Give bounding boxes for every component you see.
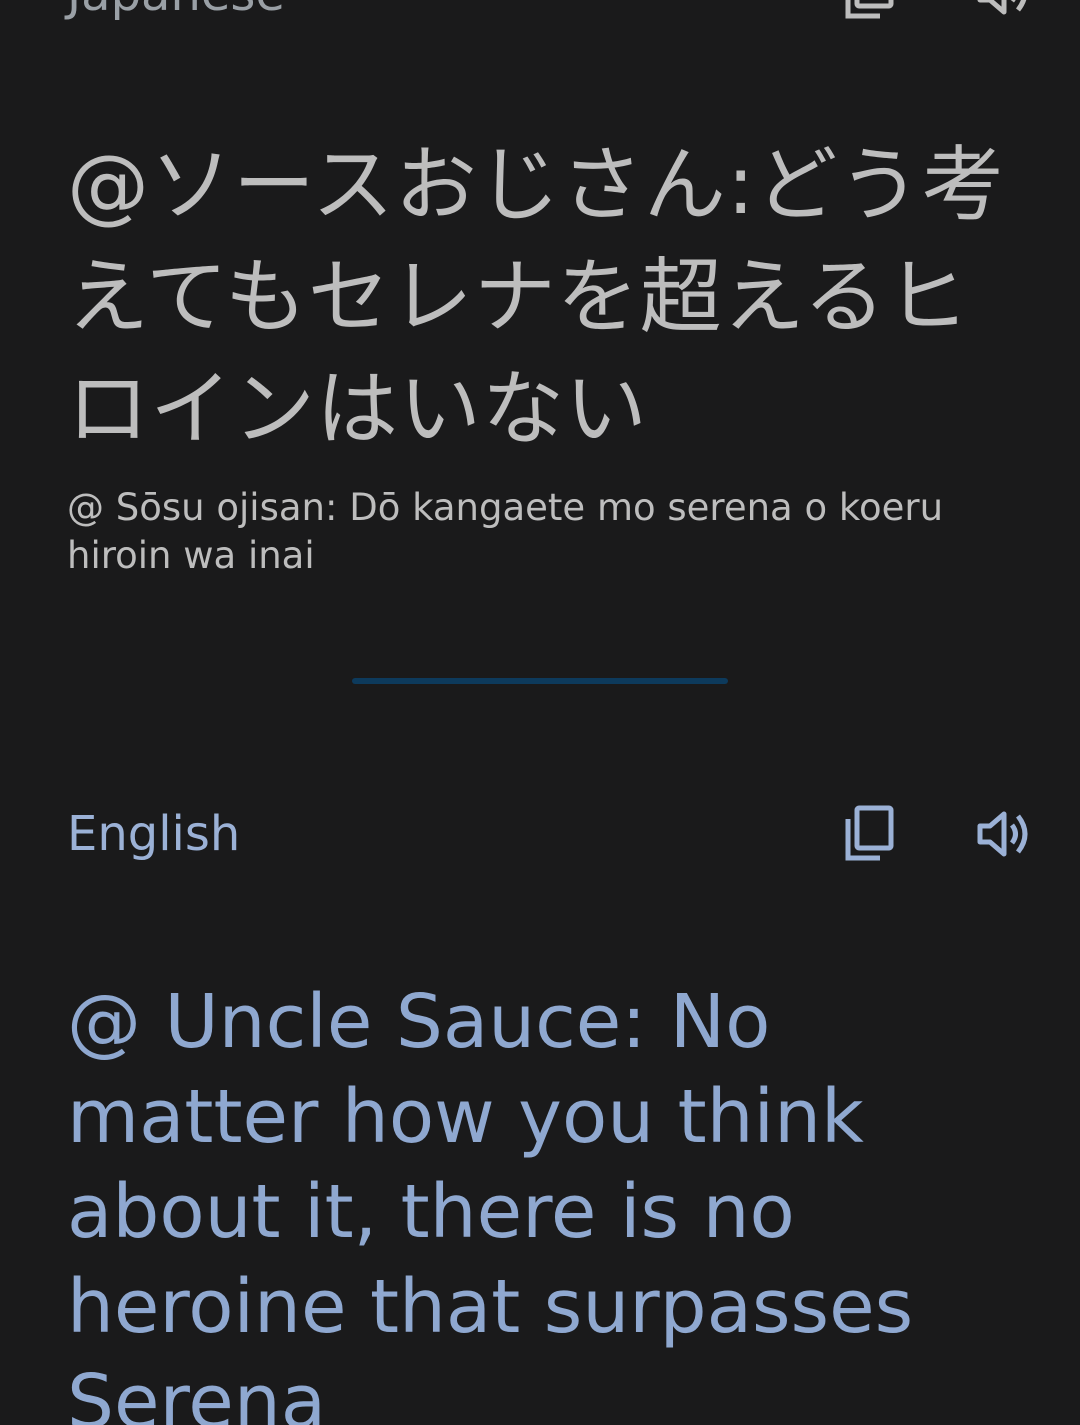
section-divider [352,678,728,684]
copy-icon [845,0,894,19]
translated-text[interactable]: @ Uncle Sauce: No matter how you think a… [67,975,1027,1425]
target-speak-button[interactable] [970,802,1034,866]
source-copy-button[interactable] [838,0,902,24]
source-text[interactable]: @ソースおじさん:どう考えてもセレナを超えるヒロインはいない [67,130,1017,466]
target-copy-button[interactable] [838,802,902,866]
source-speak-button[interactable] [970,0,1034,24]
translation-screen: Japanese @ソースおじさん:どう考えてもセレナを超えるヒロインはいない … [0,0,1080,1425]
copy-icon [845,805,894,861]
source-romanization: @ Sōsu ojisan: Dō kangaete mo serena o k… [67,486,944,577]
target-language-label: English [67,806,241,862]
speaker-icon [977,0,1027,15]
speaker-icon [977,811,1028,857]
source-language-label: Japanese [67,0,285,22]
